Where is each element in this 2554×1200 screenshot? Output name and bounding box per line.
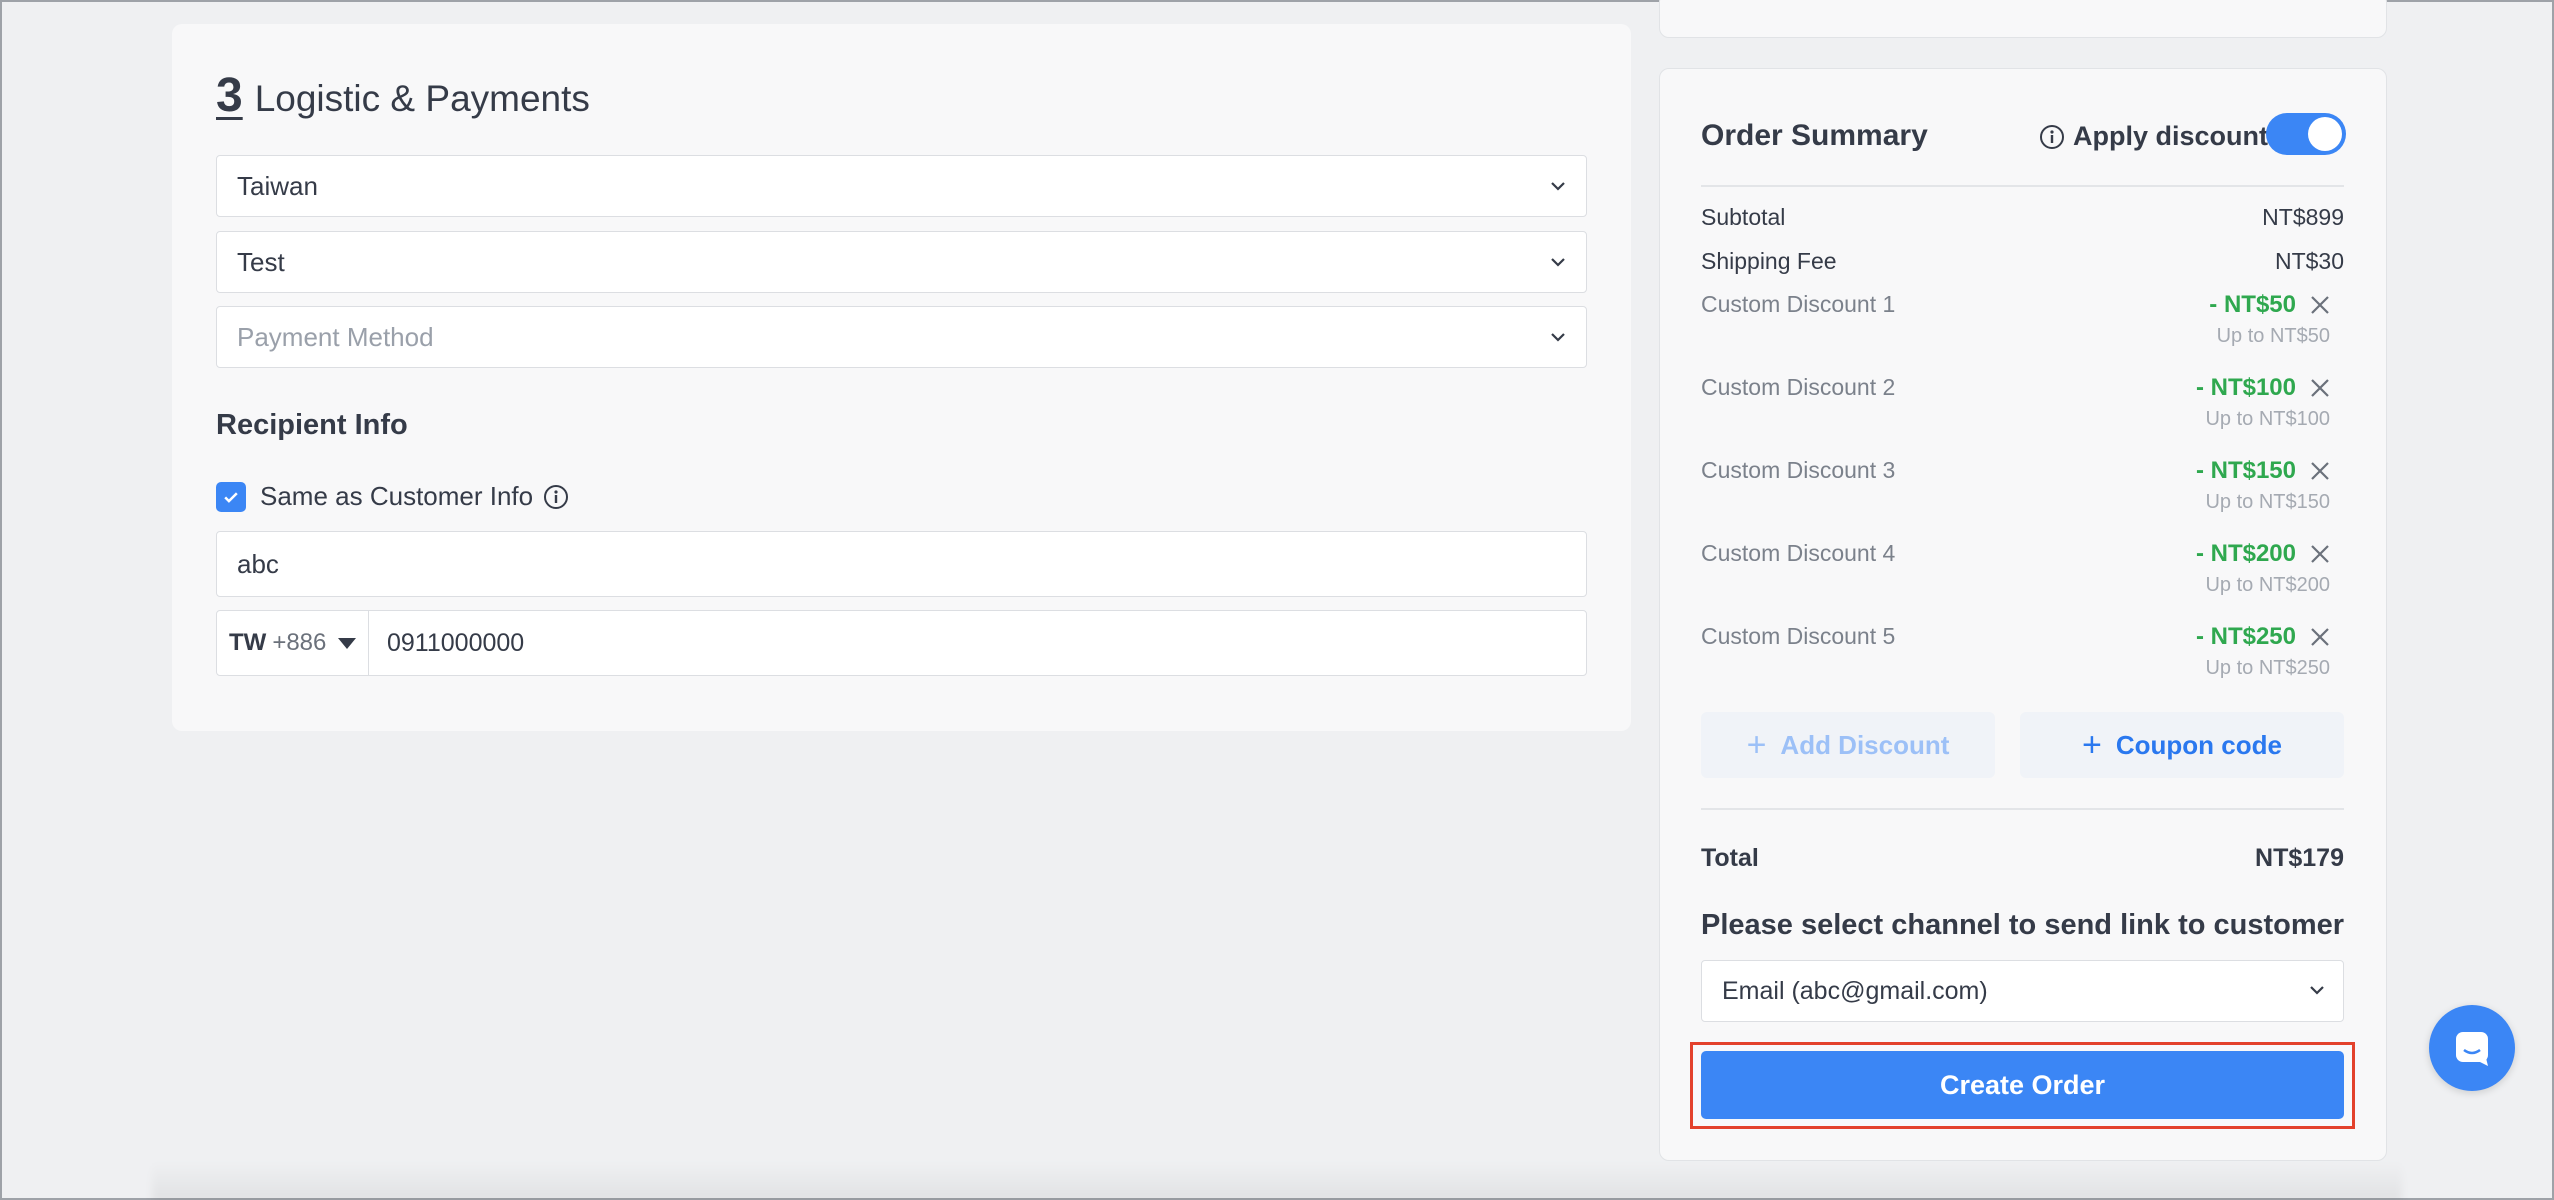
discount-label: Custom Discount 4	[1701, 540, 1896, 566]
total-row: Total NT$179	[1701, 844, 2344, 873]
discount-amount: - NT$250	[2195, 623, 2296, 650]
delivery-select[interactable]: Test	[216, 231, 1587, 293]
country-select[interactable]: Taiwan	[216, 155, 1587, 217]
discount-upto: Up to NT$150	[2205, 491, 2330, 513]
discount-upto: Up to NT$250	[2205, 657, 2330, 679]
apply-discount-label: Apply discount	[2073, 121, 2268, 151]
logistics-payments-card: 3 Logistic & Payments Taiwan Test Paymen…	[172, 24, 1631, 731]
country-select-value: Taiwan	[237, 170, 318, 201]
delivery-select-value: Test	[237, 246, 285, 277]
shipping-label: Shipping Fee	[1701, 248, 1837, 274]
phone-value: 0911000000	[387, 628, 525, 657]
same-as-customer-label: Same as Customer Info	[260, 481, 534, 511]
bottom-shadow	[152, 1162, 2402, 1200]
country-code-select[interactable]: TW +886	[217, 611, 369, 675]
discount-upto: Up to NT$50	[2216, 325, 2330, 347]
toggle-knob	[2308, 117, 2342, 151]
plus-icon: +	[1746, 725, 1767, 764]
check-icon	[224, 491, 238, 503]
recipient-info-title: Recipient Info	[216, 409, 408, 441]
channel-title: Please select channel to send link to cu…	[1701, 909, 2345, 941]
recipient-name-input[interactable]: abc	[216, 531, 1587, 597]
country-code: TW	[229, 629, 267, 656]
shipping-value: NT$30	[2274, 248, 2344, 274]
subtotal-value: NT$899	[2262, 204, 2344, 230]
discount-amount: - NT$200	[2195, 540, 2296, 567]
close-icon[interactable]	[2308, 376, 2332, 400]
create-order-button[interactable]: Create Order	[1701, 1051, 2344, 1119]
add-discount-label: Add Discount	[1780, 729, 1950, 760]
recipient-name-value: abc	[237, 548, 279, 579]
plus-icon: +	[2082, 725, 2102, 764]
apply-discount-label-group: Apply discount	[2039, 121, 2268, 152]
step-number: 3	[216, 69, 243, 122]
subtotal-row: Subtotal NT$899	[1701, 204, 2344, 231]
apply-discount-toggle[interactable]	[2266, 113, 2346, 155]
chevron-down-icon	[1551, 182, 1565, 191]
coupon-code-button[interactable]: + Coupon code	[2020, 712, 2344, 778]
discount-label: Custom Discount 1	[1701, 291, 1896, 317]
discount-upto: Up to NT$200	[2205, 574, 2330, 596]
coupon-code-label: Coupon code	[2115, 729, 2282, 760]
subtotal-label: Subtotal	[1701, 204, 1786, 230]
info-icon[interactable]	[2039, 124, 2065, 150]
same-as-customer-row: Same as Customer Info	[216, 481, 569, 512]
close-icon[interactable]	[2308, 459, 2332, 483]
shipping-row: Shipping Fee NT$30	[1701, 248, 2344, 275]
order-summary-title: Order Summary	[1701, 119, 1928, 152]
section-title: Logistic & Payments	[254, 78, 590, 119]
discount-amount: - NT$150	[2195, 457, 2296, 484]
dial-code: +886	[272, 629, 327, 656]
discount-label: Custom Discount 3	[1701, 457, 1896, 483]
divider	[1701, 808, 2344, 810]
total-label: Total	[1701, 844, 1759, 872]
chevron-down-icon	[1551, 333, 1565, 342]
info-icon[interactable]	[543, 484, 569, 510]
add-discount-button[interactable]: + Add Discount	[1701, 712, 1995, 778]
chevron-down-icon	[2310, 986, 2324, 995]
chevron-down-icon	[1551, 258, 1565, 267]
phone-input[interactable]: 0911000000	[369, 611, 524, 675]
discount-label: Custom Discount 5	[1701, 623, 1896, 649]
payment-method-select[interactable]: Payment Method	[216, 306, 1587, 368]
discount-amount: - NT$100	[2195, 374, 2296, 401]
discount-label: Custom Discount 2	[1701, 374, 1896, 400]
chat-launcher-button[interactable]	[2429, 1005, 2515, 1091]
same-as-customer-checkbox[interactable]	[216, 481, 246, 512]
discount-upto: Up to NT$100	[2205, 408, 2330, 430]
channel-select[interactable]: Email (abc@gmail.com)	[1701, 960, 2344, 1022]
channel-select-value: Email (abc@gmail.com)	[1722, 976, 1988, 1005]
phone-input-group: TW +886 0911000000	[216, 610, 1587, 676]
section-heading: 3 Logistic & Payments	[216, 68, 590, 123]
total-value: NT$179	[2255, 844, 2344, 872]
previous-card-bottom	[1659, 0, 2387, 38]
order-summary-card: Order Summary Apply discount Subtotal NT…	[1659, 68, 2387, 1161]
payment-method-placeholder: Payment Method	[237, 321, 434, 352]
caret-down-icon	[338, 637, 357, 649]
chat-icon	[2456, 1032, 2488, 1066]
close-icon[interactable]	[2308, 293, 2332, 317]
discount-amount: - NT$50	[2209, 291, 2296, 318]
divider	[1701, 185, 2344, 187]
close-icon[interactable]	[2308, 542, 2332, 566]
close-icon[interactable]	[2308, 625, 2332, 649]
